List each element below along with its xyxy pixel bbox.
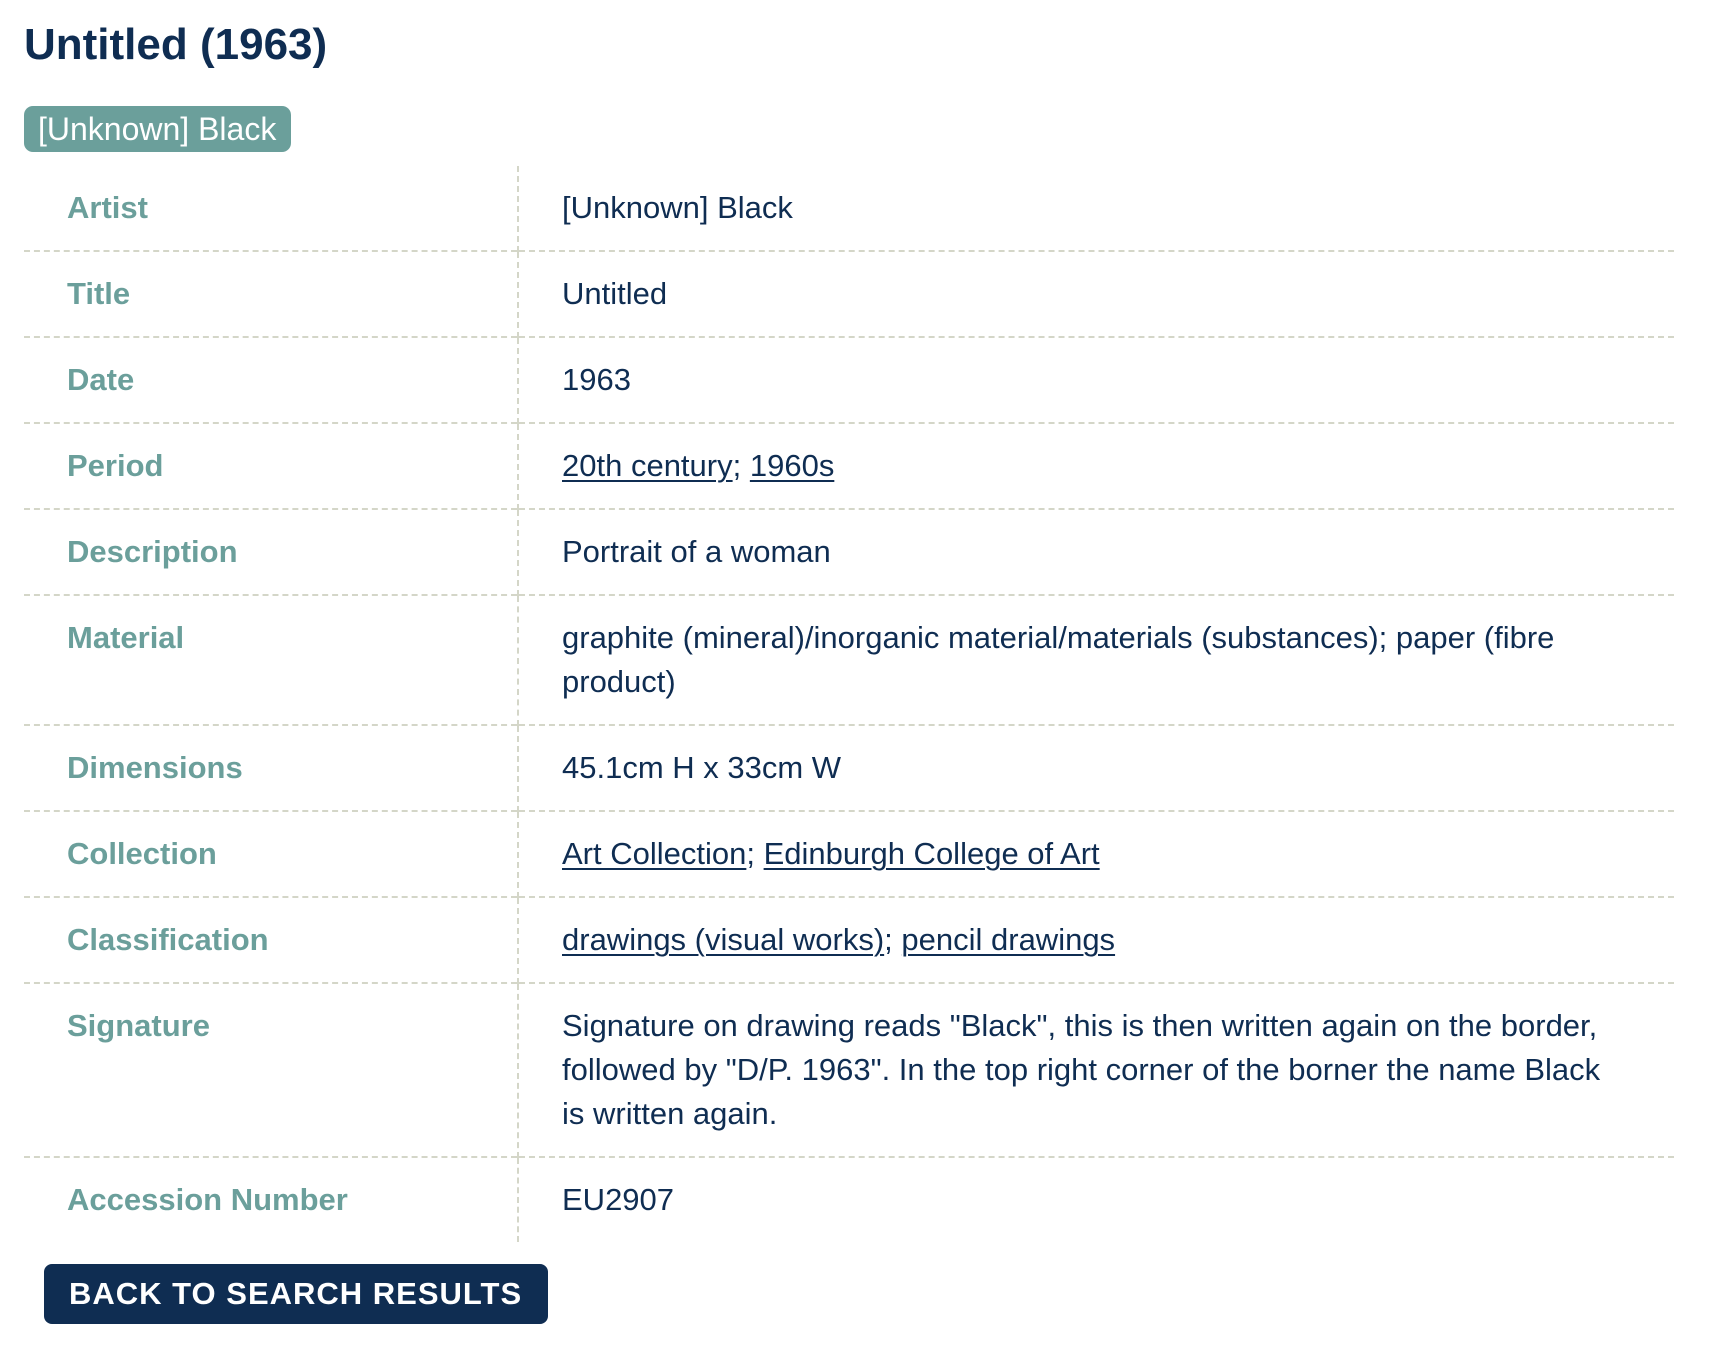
details-row-accession-number: Accession Number EU2907 <box>24 1157 1674 1242</box>
period-link-20th-century[interactable]: 20th century <box>562 448 733 483</box>
accession-number-value: EU2907 <box>562 1182 675 1217</box>
artist-badge-link[interactable]: [Unknown] Black <box>24 106 292 152</box>
classification-link-drawings[interactable]: drawings (visual works) <box>562 922 884 957</box>
dimensions-label: Dimensions <box>24 725 519 811</box>
date-value: 1963 <box>562 362 631 397</box>
period-label: Period <box>24 423 519 509</box>
details-row-material: Material graphite (mineral)/inorganic ma… <box>24 595 1674 725</box>
dimensions-value: 45.1cm H x 33cm W <box>562 750 842 785</box>
details-table: Artist [Unknown] Black Title Untitled Da… <box>24 166 1674 1242</box>
collection-separator: ; <box>746 836 755 871</box>
accession-number-label: Accession Number <box>24 1157 519 1242</box>
classification-label: Classification <box>24 897 519 983</box>
material-label: Material <box>24 595 519 725</box>
material-value: graphite (mineral)/inorganic material/ma… <box>562 620 1555 699</box>
title-value: Untitled <box>562 276 668 311</box>
signature-label: Signature <box>24 983 519 1157</box>
classification-separator: ; <box>884 922 893 957</box>
date-label: Date <box>24 337 519 423</box>
description-label: Description <box>24 509 519 595</box>
period-separator: ; <box>732 448 742 483</box>
details-row-date: Date 1963 <box>24 337 1674 423</box>
artist-label: Artist <box>24 166 519 251</box>
artist-value: [Unknown] Black <box>562 190 793 225</box>
details-row-collection: Collection Art Collection; Edinburgh Col… <box>24 811 1674 897</box>
details-row-dimensions: Dimensions 45.1cm H x 33cm W <box>24 725 1674 811</box>
artwork-detail-page: Untitled (1963) [Unknown] Black Artist [… <box>0 0 1710 1352</box>
classification-value: drawings (visual works); pencil drawings <box>518 897 1674 983</box>
collection-label: Collection <box>24 811 519 897</box>
title-label: Title <box>24 251 519 337</box>
classification-link-pencil-drawings[interactable]: pencil drawings <box>901 922 1115 957</box>
period-link-1960s[interactable]: 1960s <box>750 448 834 483</box>
collection-link-edinburgh-college-of-art[interactable]: Edinburgh College of Art <box>764 836 1100 871</box>
description-value: Portrait of a woman <box>562 534 831 569</box>
collection-link-art-collection[interactable]: Art Collection <box>562 836 746 871</box>
details-row-signature: Signature Signature on drawing reads "Bl… <box>24 983 1674 1157</box>
details-row-period: Period 20th century; 1960s <box>24 423 1674 509</box>
period-value: 20th century; 1960s <box>518 423 1674 509</box>
collection-value: Art Collection; Edinburgh College of Art <box>518 811 1674 897</box>
details-row-title: Title Untitled <box>24 251 1674 337</box>
details-row-description: Description Portrait of a woman <box>24 509 1674 595</box>
signature-value: Signature on drawing reads "Black", this… <box>562 1008 1601 1131</box>
details-row-classification: Classification drawings (visual works); … <box>24 897 1674 983</box>
back-to-search-results-button[interactable]: BACK TO SEARCH RESULTS <box>44 1264 549 1324</box>
page-title: Untitled (1963) <box>24 20 328 69</box>
details-row-artist: Artist [Unknown] Black <box>24 166 1674 251</box>
